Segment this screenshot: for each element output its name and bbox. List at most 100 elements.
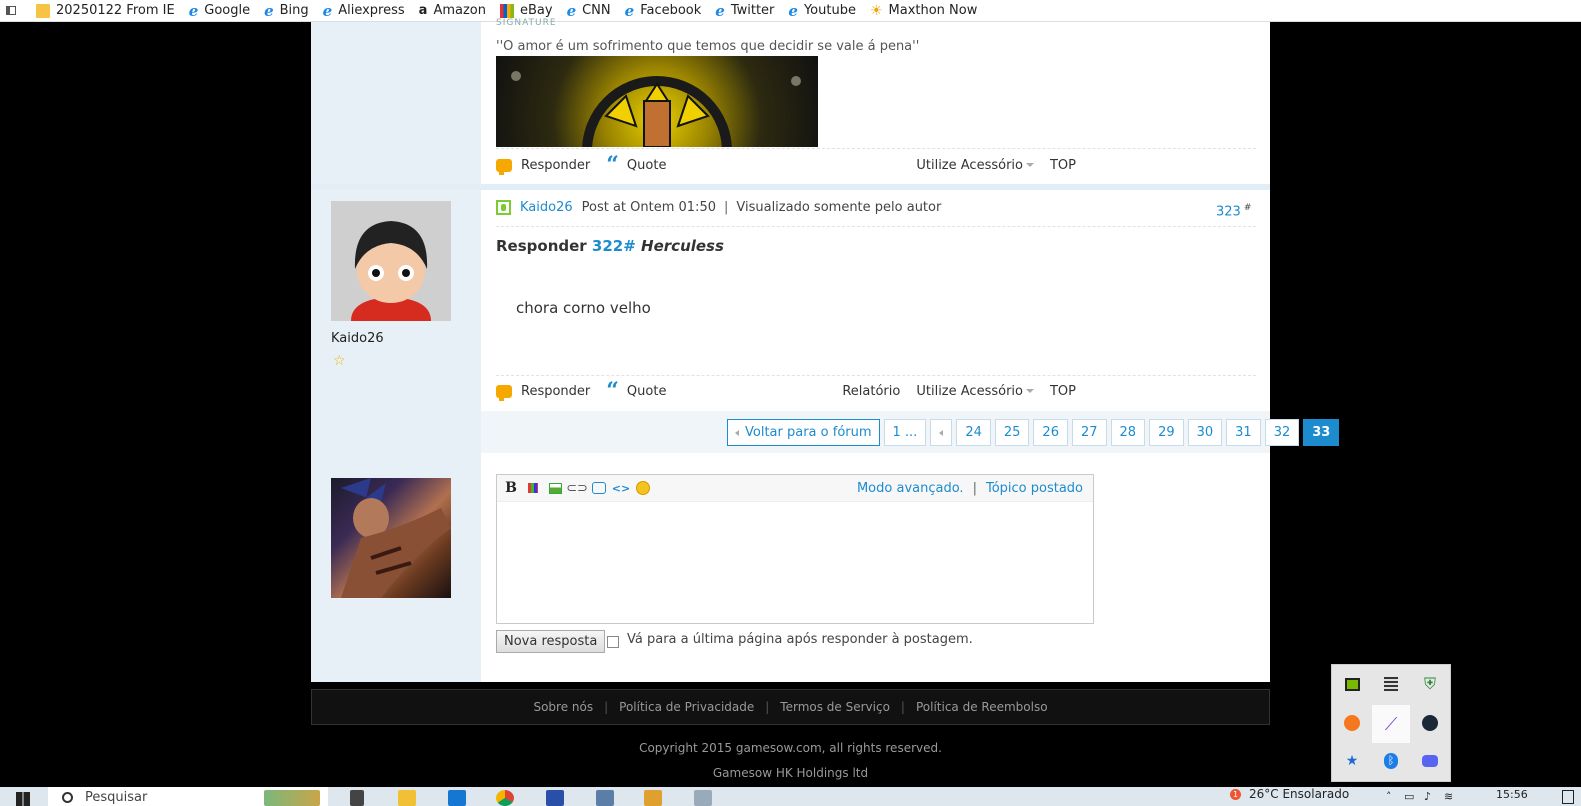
chrome-icon[interactable] bbox=[496, 790, 514, 806]
avast-icon[interactable] bbox=[1342, 713, 1362, 733]
page-current[interactable]: 33 bbox=[1303, 419, 1340, 446]
view-author-only-link[interactable]: Visualizado somente pelo autor bbox=[736, 200, 941, 215]
reply-reference: Responder 322# Herculess bbox=[496, 237, 724, 255]
store-icon[interactable] bbox=[448, 790, 466, 806]
bookmark-facebook[interactable]: e Facebook bbox=[625, 3, 702, 18]
quote-button[interactable]: “Quote bbox=[606, 154, 666, 176]
sidebar-toggle-icon[interactable] bbox=[6, 6, 22, 15]
separator: | bbox=[723, 200, 729, 215]
app-icon[interactable] bbox=[644, 790, 662, 806]
footer-link-refund[interactable]: Política de Reembolso bbox=[905, 700, 1059, 714]
nvidia-icon[interactable] bbox=[1342, 674, 1362, 694]
accessory-dropdown[interactable]: Utilize Acessório bbox=[916, 158, 1034, 173]
quote-button[interactable]: “Quote bbox=[606, 378, 666, 404]
post-author-link[interactable]: Kaido26 bbox=[520, 200, 573, 215]
page-prev[interactable] bbox=[930, 419, 953, 446]
tray-chevron-up-icon[interactable]: ˄ bbox=[1386, 790, 1392, 803]
avatar[interactable] bbox=[331, 201, 451, 321]
footer-link-about[interactable]: Sobre nós bbox=[522, 700, 604, 714]
current-user-avatar[interactable] bbox=[331, 478, 451, 598]
advanced-mode-link[interactable]: Modo avançado. bbox=[857, 481, 964, 496]
bookmark-bing[interactable]: e Bing bbox=[264, 3, 309, 18]
task-view-icon[interactable] bbox=[350, 790, 364, 806]
image-icon[interactable] bbox=[547, 480, 563, 496]
color-icon[interactable] bbox=[525, 480, 541, 496]
bookmark-maxthon-now[interactable]: ☀ Maxthon Now bbox=[870, 3, 977, 18]
signature-label: SIGNATURE bbox=[496, 18, 557, 28]
author-name[interactable]: Kaido26 bbox=[331, 331, 384, 346]
bookmark-folder[interactable]: 20250122 From IE bbox=[36, 3, 175, 18]
bookmark-amazon[interactable]: a Amazon bbox=[419, 3, 486, 18]
bookmark-google[interactable]: e Google bbox=[189, 3, 250, 18]
app-icon[interactable] bbox=[694, 790, 712, 806]
bookmark-cnn[interactable]: e CNN bbox=[567, 3, 611, 18]
volume-icon[interactable]: ♪ bbox=[1424, 790, 1431, 803]
windows-start-icon[interactable] bbox=[16, 792, 30, 806]
page-25[interactable]: 25 bbox=[994, 419, 1030, 446]
goto-last-page-checkbox[interactable] bbox=[607, 636, 619, 648]
bookmark-twitter[interactable]: e Twitter bbox=[715, 3, 774, 18]
folder-icon bbox=[36, 3, 50, 18]
storage-icon[interactable] bbox=[1381, 674, 1401, 694]
bookmark-youtube[interactable]: e Youtube bbox=[788, 3, 856, 18]
discord-icon[interactable] bbox=[1420, 751, 1440, 771]
page-first[interactable]: 1 ... bbox=[883, 419, 927, 446]
top-link[interactable]: TOP bbox=[1050, 384, 1076, 399]
reply-button[interactable]: Responder bbox=[496, 158, 590, 175]
divider bbox=[496, 226, 1256, 227]
steam-icon[interactable] bbox=[1420, 713, 1440, 733]
ie-icon: e bbox=[264, 1, 274, 20]
reply-textarea[interactable] bbox=[497, 502, 1093, 623]
clock[interactable]: 15:56 bbox=[1496, 788, 1528, 801]
bookmarks-bar: 20250122 From IE e Google e Bing e Aliexpre… bbox=[0, 0, 1581, 22]
smiley-icon[interactable] bbox=[635, 480, 651, 496]
top-link[interactable]: TOP bbox=[1050, 158, 1076, 173]
pen-icon[interactable]: ⟋ bbox=[1372, 705, 1410, 743]
search-icon bbox=[62, 792, 73, 803]
wifi-icon[interactable]: ≋ bbox=[1444, 790, 1453, 803]
ebay-icon bbox=[499, 3, 514, 18]
signature-quote: ''O amor é um sofrimento que temos que d… bbox=[496, 39, 920, 54]
app-star-icon[interactable]: ★ bbox=[1342, 751, 1362, 771]
code-icon[interactable]: <> bbox=[612, 480, 630, 496]
sun-icon: ☀ bbox=[869, 2, 883, 19]
bookmark-aliexpress[interactable]: e Aliexpress bbox=[323, 3, 405, 18]
avatar-cartoon-icon bbox=[331, 201, 451, 321]
page-31[interactable]: 31 bbox=[1226, 419, 1261, 446]
bold-icon[interactable]: B bbox=[503, 480, 519, 496]
new-reply-button[interactable]: Nova resposta bbox=[496, 630, 606, 653]
calculator-icon[interactable] bbox=[596, 790, 614, 806]
amazon-icon: a bbox=[418, 2, 428, 18]
posted-topic-link[interactable]: Tópico postado bbox=[986, 481, 1083, 496]
quote-icon: “ bbox=[606, 378, 619, 404]
page-29[interactable]: 29 bbox=[1149, 419, 1184, 446]
file-explorer-icon[interactable] bbox=[398, 790, 416, 806]
security-shield-icon[interactable]: ⛨ bbox=[1420, 674, 1440, 694]
back-to-forum-button[interactable]: Voltar para o fórum bbox=[727, 419, 880, 446]
network-icon[interactable]: ▭ bbox=[1404, 790, 1414, 803]
ie-icon: e bbox=[715, 1, 725, 20]
page-24[interactable]: 24 bbox=[956, 419, 991, 446]
divider bbox=[496, 148, 1256, 149]
bluetooth-icon[interactable]: ᛒ bbox=[1381, 751, 1401, 771]
chevron-down-icon bbox=[1025, 389, 1034, 393]
accessory-dropdown[interactable]: Utilize Acessório bbox=[916, 384, 1034, 399]
reply-ref-link[interactable]: 322# bbox=[592, 237, 636, 255]
link-icon[interactable]: ⊂⊃ bbox=[566, 480, 588, 496]
quote-block-icon[interactable] bbox=[591, 480, 607, 496]
report-link[interactable]: Relatório bbox=[842, 384, 900, 399]
page-30[interactable]: 30 bbox=[1187, 419, 1223, 446]
bookmark-ebay[interactable]: eBay bbox=[499, 3, 553, 18]
ie-icon: e bbox=[322, 1, 333, 20]
app-icon[interactable] bbox=[546, 790, 564, 806]
page-27[interactable]: 27 bbox=[1071, 419, 1107, 446]
page-28[interactable]: 28 bbox=[1110, 419, 1146, 446]
post-number[interactable]: 323 # bbox=[1216, 203, 1251, 219]
weather-widget[interactable]: 1 26°C Ensolarado bbox=[1230, 787, 1349, 801]
notifications-icon[interactable] bbox=[1562, 790, 1574, 804]
footer-link-privacy[interactable]: Política de Privacidade bbox=[608, 700, 765, 714]
footer-link-terms[interactable]: Termos de Serviço bbox=[769, 700, 901, 714]
page-26[interactable]: 26 bbox=[1033, 419, 1068, 446]
reply-button[interactable]: Responder bbox=[496, 384, 590, 401]
page-32[interactable]: 32 bbox=[1264, 419, 1300, 446]
